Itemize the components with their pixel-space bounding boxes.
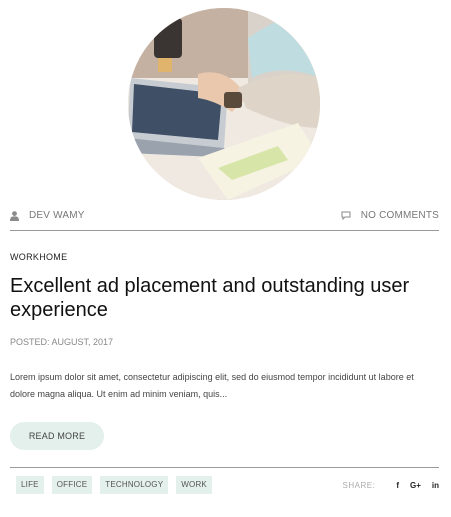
share-label: SHARE:	[342, 480, 376, 490]
facebook-icon[interactable]: f	[396, 481, 399, 490]
post-excerpt: Lorem ipsum dolor sit amet, consectetur …	[10, 372, 414, 399]
author-name: DEV WAMY	[29, 210, 85, 221]
comments-link[interactable]: NO COMMENTS	[341, 210, 439, 221]
tag-life[interactable]: LIFE	[16, 476, 44, 494]
read-more-button[interactable]: READ MORE	[10, 422, 104, 450]
tag-list: LIFE OFFICE TECHNOLOGY WORK	[16, 476, 212, 494]
posted-date: POSTED: AUGUST, 2017	[10, 337, 114, 347]
post-title[interactable]: Excellent ad placement and outstanding u…	[10, 274, 440, 322]
user-icon	[10, 210, 19, 221]
comment-icon	[341, 211, 351, 220]
linkedin-icon[interactable]: in	[432, 481, 439, 490]
share-bar: SHARE: f G+ in	[343, 476, 439, 494]
tag-work[interactable]: WORK	[176, 476, 212, 494]
google-plus-icon[interactable]: G+	[410, 481, 421, 490]
post-category[interactable]: WORKHOME	[10, 252, 67, 262]
featured-image[interactable]	[128, 8, 320, 200]
tag-technology[interactable]: TECHNOLOGY	[100, 476, 169, 494]
comments-count: NO COMMENTS	[360, 210, 439, 221]
tag-office[interactable]: OFFICE	[51, 476, 93, 494]
post-meta: DEV WAMY NO COMMENTS	[10, 208, 439, 224]
divider	[10, 230, 439, 231]
author[interactable]: DEV WAMY	[10, 210, 85, 221]
divider	[10, 467, 439, 468]
